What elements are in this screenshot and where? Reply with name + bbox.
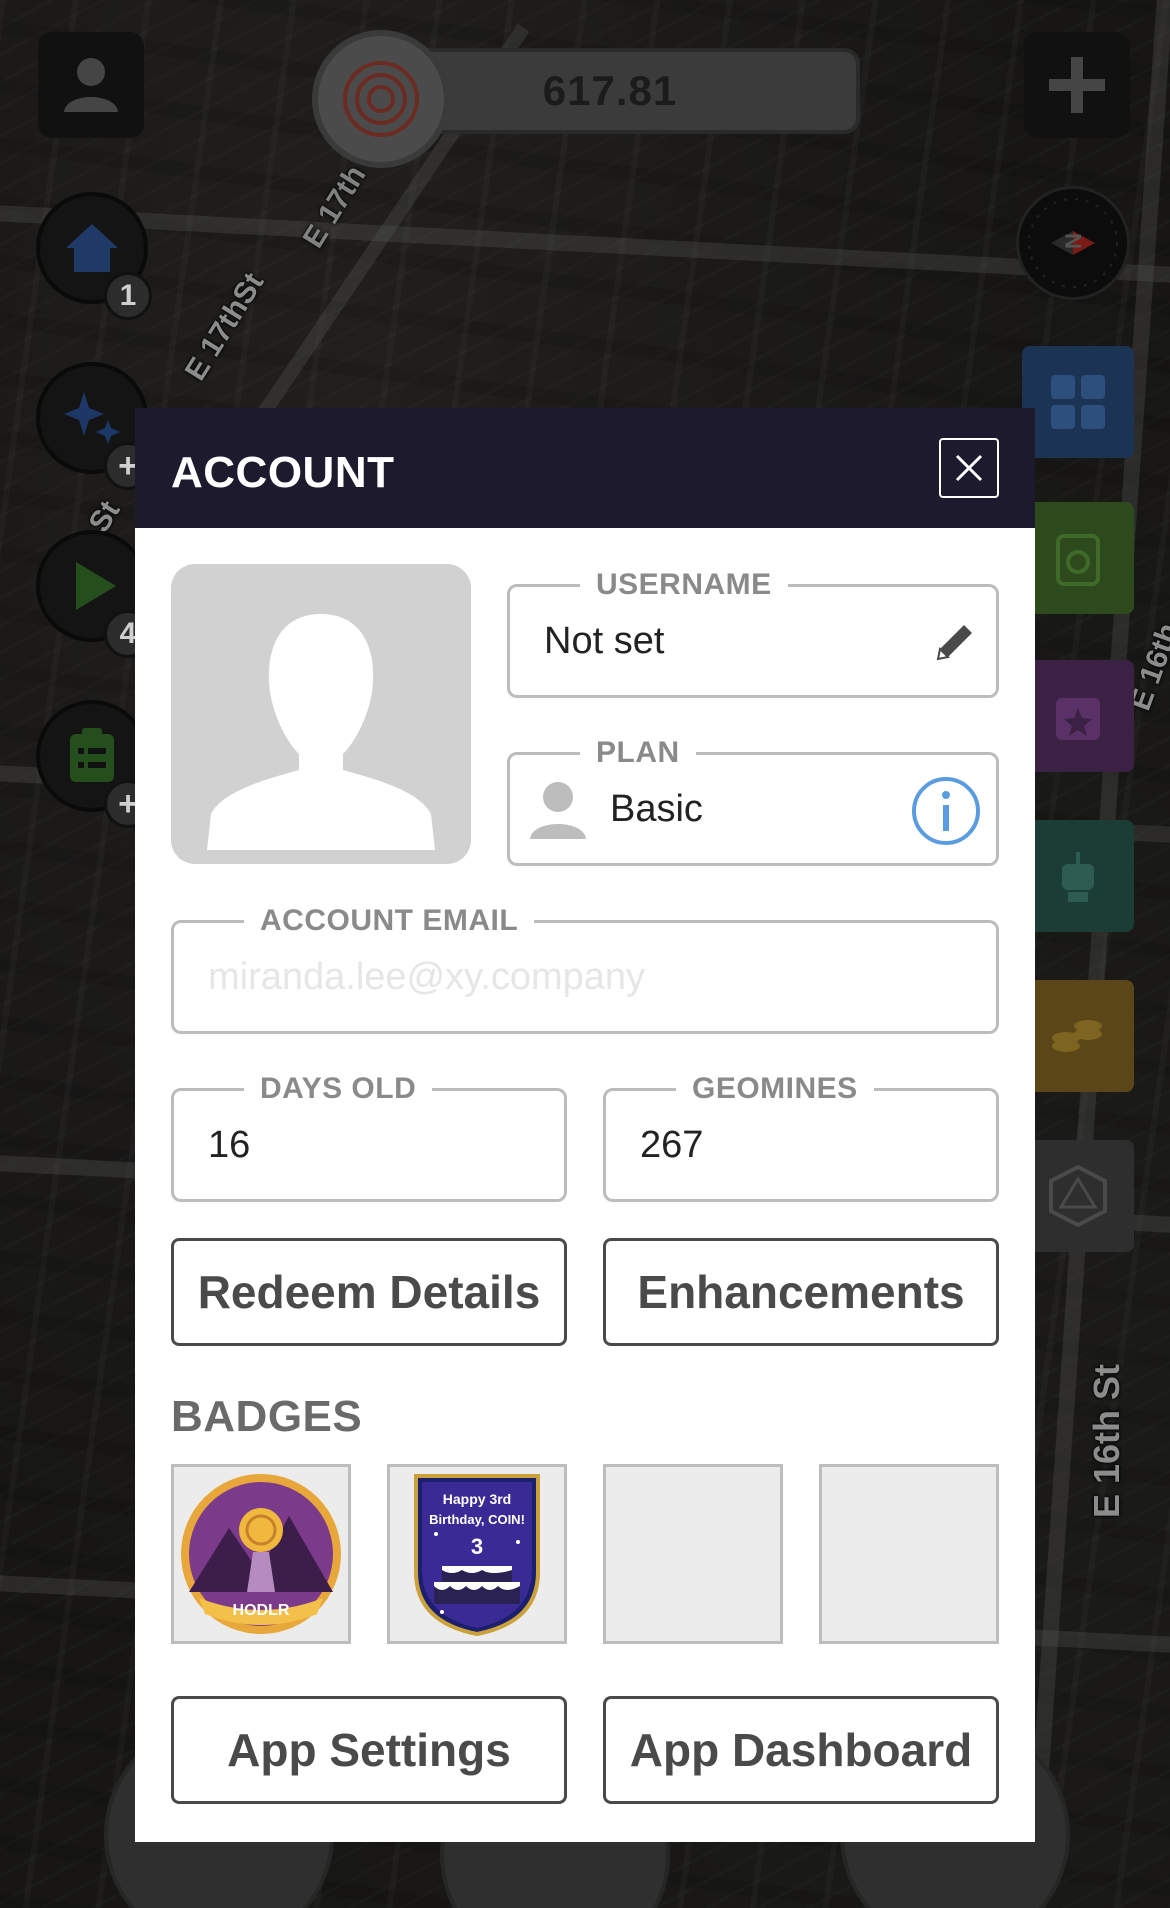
svg-text:Birthday, COIN!: Birthday, COIN!: [429, 1512, 525, 1527]
days-old-value: 16: [208, 1123, 251, 1166]
plan-value: Basic: [610, 787, 703, 830]
coins-tile-button[interactable]: [1022, 980, 1134, 1092]
email-field[interactable]: ACCOUNT EMAIL miranda.lee@xy.company: [171, 903, 999, 1034]
username-field[interactable]: USERNAME Not set: [507, 567, 999, 698]
account-modal: ACCOUNT USERNAME Not set PLAN Basic ACCO…: [135, 408, 1035, 1842]
profile-button[interactable]: [38, 32, 144, 138]
grid-icon: [1051, 375, 1105, 429]
grid-menu-button[interactable]: [1022, 346, 1134, 458]
default-avatar-icon: [207, 614, 435, 850]
sparkle-icon: [64, 392, 120, 444]
app-dashboard-button[interactable]: App Dashboard: [603, 1696, 999, 1804]
dice-tile-button[interactable]: [1022, 1140, 1134, 1252]
add-button[interactable]: [1024, 32, 1130, 138]
play-icon: [76, 562, 116, 610]
email-value: miranda.lee@xy.company: [208, 955, 646, 998]
hodlr-badge-icon: HODLR: [181, 1474, 341, 1634]
geomines-value: 267: [640, 1123, 704, 1166]
robot-icon: [1062, 852, 1094, 902]
user-icon: [64, 58, 118, 112]
coin-logo-icon: [343, 61, 419, 137]
plus-icon: [1049, 57, 1105, 113]
badge-slot-empty: [603, 1464, 783, 1644]
avatar[interactable]: [171, 564, 471, 864]
badges-title: BADGES: [171, 1392, 363, 1441]
compass-icon: N: [1028, 198, 1118, 288]
tasks-tile-button[interactable]: [1022, 502, 1134, 614]
coin-icon[interactable]: [312, 30, 450, 168]
calendar-star-icon: [1056, 698, 1100, 740]
username-value: Not set: [544, 619, 665, 662]
edit-pencil-icon[interactable]: [930, 617, 980, 667]
days-old-field: DAYS OLD 16: [171, 1071, 567, 1202]
geomines-field: GEOMINES 267: [603, 1071, 999, 1202]
close-button[interactable]: [939, 438, 999, 498]
events-tile-button[interactable]: [1022, 660, 1134, 772]
svg-text:3: 3: [471, 1534, 483, 1559]
badge-slot-hodlr[interactable]: HODLR: [171, 1464, 351, 1644]
plan-user-icon: [530, 782, 586, 839]
coin-balance: 617.81: [542, 67, 678, 114]
days-old-label: DAYS OLD: [244, 1071, 433, 1107]
clipboard-check-icon: [1056, 534, 1100, 586]
svg-text:Happy 3rd: Happy 3rd: [443, 1491, 511, 1507]
enhancements-button[interactable]: Enhancements: [603, 1238, 999, 1346]
plan-field[interactable]: PLAN Basic: [507, 735, 999, 866]
redeem-details-button[interactable]: Redeem Details: [171, 1238, 567, 1346]
birthday-badge-icon: Happy 3rd Birthday, COIN! 3: [414, 1474, 540, 1636]
badge-slot-empty: [819, 1464, 999, 1644]
home-count-badge: 1: [104, 272, 152, 320]
modal-title: ACCOUNT: [171, 448, 395, 497]
robot-tile-button[interactable]: [1022, 820, 1134, 932]
close-icon: [955, 454, 983, 482]
coins-icon: [1052, 1020, 1102, 1052]
modal-header: ACCOUNT: [135, 408, 1035, 528]
svg-text:N: N: [1061, 233, 1086, 249]
d20-dice-icon: [1049, 1164, 1107, 1228]
app-settings-button[interactable]: App Settings: [171, 1696, 567, 1804]
badge-slot-birthday[interactable]: Happy 3rd Birthday, COIN! 3: [387, 1464, 567, 1644]
home-icon: [66, 224, 118, 272]
svg-text:HODLR: HODLR: [233, 1602, 290, 1619]
clipboard-list-icon: [70, 728, 114, 782]
geomines-label: GEOMINES: [676, 1071, 874, 1107]
info-icon[interactable]: [910, 775, 982, 847]
compass-button[interactable]: N: [1016, 186, 1130, 300]
